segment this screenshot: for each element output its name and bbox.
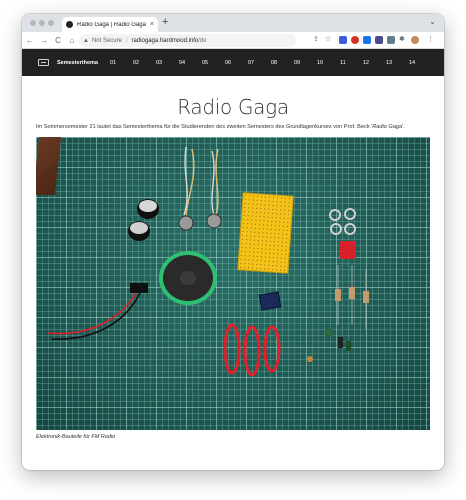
page-content: Radio Gaga Im Sommersemester 21 lautet d… <box>22 95 444 440</box>
extension-shield-icon[interactable] <box>363 36 371 44</box>
address-divider: | <box>125 37 128 44</box>
photo-caption: Elektronik-Bauteile für FM Radio <box>36 434 116 440</box>
speaker <box>159 251 217 305</box>
nav-item-11[interactable]: 11 <box>340 60 363 66</box>
washers-and-switch <box>329 208 356 259</box>
wooden-edge <box>36 137 62 195</box>
wired-potentiometers <box>178 146 222 231</box>
profile-avatar[interactable] <box>411 36 419 44</box>
nav-item-01[interactable]: 01 <box>110 60 133 66</box>
home-icon[interactable]: ⌂ <box>66 36 78 45</box>
potentiometer-knobs <box>128 199 159 241</box>
red-wire-coils <box>223 323 281 377</box>
new-tab-icon[interactable]: + <box>162 16 168 28</box>
tab-search-chevron-icon[interactable]: ⌄ <box>429 17 436 26</box>
nav-item-03[interactable]: 03 <box>156 60 179 66</box>
tab-close-icon[interactable]: × <box>150 21 154 28</box>
intro-paragraph: Im Sommersemester 21 lautet das Semester… <box>36 123 430 131</box>
nav-item-09[interactable]: 09 <box>294 60 317 66</box>
arrow-right-icon[interactable]: → <box>38 36 50 45</box>
radio-module-chip <box>258 291 282 311</box>
intro-text-end: '. <box>402 124 405 130</box>
yellow-breadboard <box>237 192 294 274</box>
nav-item-10[interactable]: 10 <box>317 60 340 66</box>
minimize-window-icon[interactable] <box>39 20 45 26</box>
battery-clip-cable <box>47 283 148 340</box>
nav-item-07[interactable]: 07 <box>248 60 271 66</box>
nav-item-08[interactable]: 08 <box>271 60 294 66</box>
nav-item-06[interactable]: 06 <box>225 60 248 66</box>
site-navigation: Semesterthema 01 02 03 04 05 06 07 08 09… <box>22 49 444 76</box>
reload-icon[interactable]: C <box>52 36 64 45</box>
extension-grid-icon[interactable] <box>387 36 395 44</box>
intro-emphasis: Radio Gaga <box>372 124 403 130</box>
browser-tab[interactable]: Radio Gaga | Radio Gaga × <box>62 17 158 32</box>
nav-item-05[interactable]: 05 <box>202 60 225 66</box>
browser-toolbar: ← → C ⌂ ▲ Not Secure | radiogaga.hardmoo… <box>22 32 444 49</box>
extension-document-icon[interactable] <box>375 36 383 44</box>
address-bar[interactable]: ▲ Not Secure | radiogaga.hardmood.info /… <box>79 34 296 47</box>
resistors-and-capacitors <box>307 265 369 362</box>
tab-strip: Radio Gaga | Radio Gaga × + ⌄ <box>22 14 444 32</box>
nav-item-04[interactable]: 04 <box>179 60 202 66</box>
nav-item-02[interactable]: 02 <box>133 60 156 66</box>
security-label[interactable]: Not Secure <box>92 38 122 44</box>
electronics-photo <box>36 137 430 430</box>
nav-item-semesterthema[interactable]: Semesterthema <box>57 60 98 66</box>
url-domain: radiogaga.hardmood.info <box>131 37 199 44</box>
kebab-menu-icon[interactable]: ⋮ <box>427 35 434 43</box>
page-title: Radio Gaga <box>177 95 289 119</box>
nav-item-14[interactable]: 14 <box>409 60 432 66</box>
close-window-icon[interactable] <box>30 20 36 26</box>
share-icon[interactable]: ⇪ <box>313 35 319 43</box>
zoom-window-icon[interactable] <box>48 20 54 26</box>
tab-title: Radio Gaga | Radio Gaga <box>77 21 146 28</box>
arrow-left-icon[interactable]: ← <box>24 36 36 45</box>
extension-red-icon[interactable] <box>351 36 359 44</box>
nav-item-13[interactable]: 13 <box>386 60 409 66</box>
star-icon[interactable]: ☆ <box>325 35 331 43</box>
puzzle-icon[interactable]: ✱ <box>399 35 405 43</box>
extension-blue-icon[interactable] <box>339 36 347 44</box>
nav-item-12[interactable]: 12 <box>363 60 386 66</box>
radio-logo-icon[interactable] <box>38 59 49 66</box>
warning-icon[interactable]: ▲ <box>83 38 89 44</box>
intro-text-start: Im Sommersemester 21 lautet das Semester… <box>36 124 373 130</box>
site-favicon-icon <box>66 21 73 28</box>
browser-window: Radio Gaga | Radio Gaga × + ⌄ ← → C ⌂ ▲ … <box>22 14 444 470</box>
url-path: /de <box>198 37 207 44</box>
